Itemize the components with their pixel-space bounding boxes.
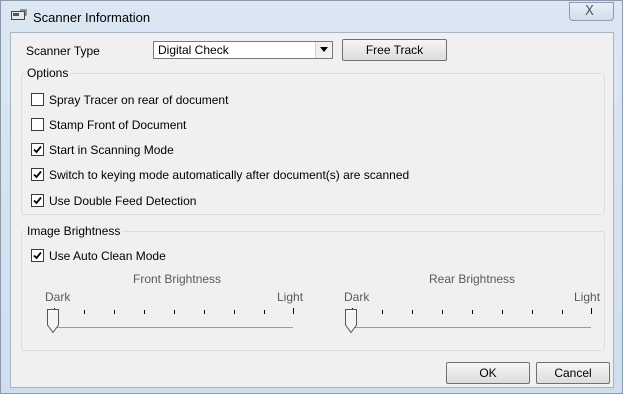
slider-tick — [234, 310, 235, 314]
stamp-front-checkbox[interactable] — [31, 118, 44, 131]
slider-tick — [412, 310, 413, 314]
rear-brightness-title: Rear Brightness — [429, 272, 516, 286]
slider-tick — [442, 310, 443, 314]
dialog-window: Scanner Information X Scanner Type Digit… — [0, 0, 623, 394]
cancel-button[interactable]: Cancel — [536, 362, 610, 384]
scanner-type-value: Digital Check — [158, 43, 229, 57]
check-icon — [33, 196, 42, 205]
front-brightness-slider[interactable] — [45, 302, 297, 346]
slider-tick — [174, 310, 175, 314]
slider-tick — [204, 310, 205, 314]
check-icon — [33, 145, 42, 154]
close-icon: X — [585, 4, 594, 19]
auto-clean-mode-checkbox[interactable] — [31, 249, 44, 262]
free-track-button[interactable]: Free Track — [342, 39, 447, 61]
front-brightness-title: Front Brightness — [133, 272, 222, 286]
chevron-down-icon — [320, 47, 328, 52]
slider-tick — [144, 310, 145, 314]
check-icon — [33, 251, 42, 260]
ok-button[interactable]: OK — [446, 362, 530, 384]
double-feed-detection-label: Use Double Feed Detection — [49, 194, 197, 208]
scanner-type-label: Scanner Type — [26, 44, 100, 58]
dialog-body: Scanner Type Digital Check Free Track Op… — [10, 32, 614, 388]
switch-keying-mode-label: Switch to keying mode automatically afte… — [49, 168, 410, 182]
spray-tracer-checkbox[interactable] — [31, 93, 44, 106]
scanner-app-icon — [11, 9, 27, 21]
image-brightness-group-title: Image Brightness — [25, 224, 123, 238]
slider-tick — [114, 310, 115, 314]
slider-track — [53, 327, 293, 328]
start-scanning-mode-label: Start in Scanning Mode — [49, 143, 174, 157]
slider-tick — [502, 310, 503, 314]
switch-keying-mode-checkbox[interactable] — [31, 168, 44, 181]
window-title: Scanner Information — [33, 10, 151, 25]
slider-track — [351, 327, 591, 328]
spray-tracer-label: Spray Tracer on rear of document — [49, 93, 229, 107]
slider-tick — [591, 308, 592, 314]
slider-thumb[interactable] — [345, 309, 357, 333]
slider-tick — [293, 308, 294, 314]
slider-thumb[interactable] — [47, 309, 59, 333]
rear-brightness-slider[interactable] — [343, 302, 595, 346]
slider-tick — [84, 310, 85, 314]
title-bar[interactable]: Scanner Information X — [1, 1, 622, 31]
options-group-title: Options — [25, 66, 71, 80]
slider-tick — [382, 310, 383, 314]
stamp-front-label: Stamp Front of Document — [49, 118, 187, 132]
auto-clean-mode-label: Use Auto Clean Mode — [49, 249, 166, 263]
slider-tick — [472, 310, 473, 314]
close-button[interactable]: X — [569, 2, 614, 21]
scanner-type-dropdown[interactable]: Digital Check — [153, 41, 333, 59]
start-scanning-mode-checkbox[interactable] — [31, 143, 44, 156]
slider-tick — [264, 310, 265, 314]
check-icon — [33, 170, 42, 179]
slider-tick — [532, 310, 533, 314]
slider-tick — [562, 310, 563, 314]
dropdown-button[interactable] — [315, 42, 332, 58]
double-feed-detection-checkbox[interactable] — [31, 194, 44, 207]
